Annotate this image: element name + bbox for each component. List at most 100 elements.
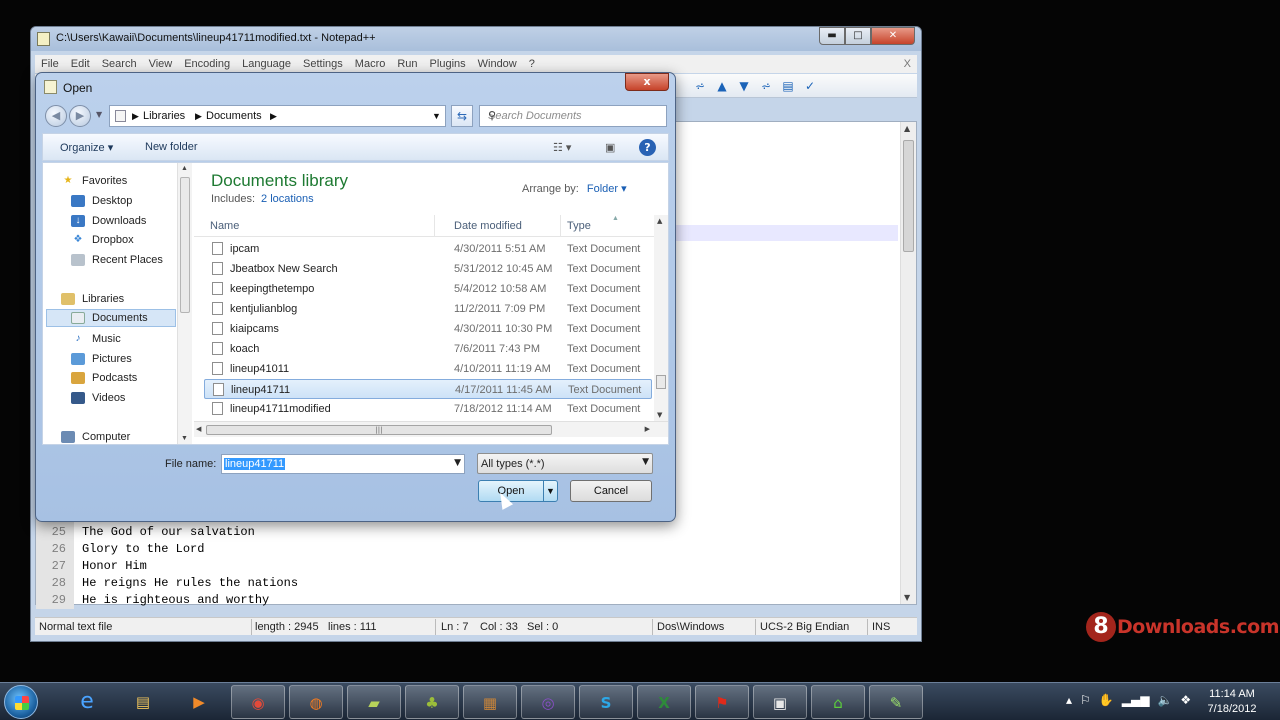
menu-settings[interactable]: Settings [297, 58, 349, 70]
scroll-up-icon[interactable]: ▲ [181, 165, 188, 172]
notepad-plus-plus-icon[interactable]: ✎ [869, 685, 923, 719]
menu-window[interactable]: Window [472, 58, 523, 70]
file-row[interactable]: kentjulianblog 11/2/2011 7:09 PM Text Docu… [204, 299, 652, 319]
menu-macro[interactable]: Macro [349, 58, 392, 70]
column-date-modified[interactable]: Date modified [454, 220, 522, 232]
dialog-close-button[interactable]: x [625, 73, 669, 91]
volume-icon[interactable]: 🔈 [1157, 693, 1172, 707]
search-input[interactable]: Search Documents ⚲ [479, 105, 667, 127]
scroll-thumb[interactable] [180, 177, 190, 313]
file-row[interactable]: koach 7/6/2011 7:43 PM Text Document [204, 339, 652, 359]
menu-file[interactable]: File [35, 58, 65, 70]
clock[interactable]: 11:14 AM 7/18/2012 [1200, 687, 1264, 717]
address-dropdown-icon[interactable]: ▼ [432, 111, 441, 121]
action-center-flag-icon[interactable]: ⚐ [1080, 693, 1091, 707]
nav-item-podcasts[interactable]: Podcasts [71, 369, 137, 387]
back-arrow-icon[interactable]: ◀ [45, 105, 67, 127]
refresh-icon[interactable]: ⇆ [451, 105, 473, 127]
open-button[interactable]: Open ▼ [478, 480, 558, 502]
record-macro-icon[interactable]: ⩫ [691, 78, 709, 94]
network-signal-icon[interactable]: ▂▄▆ [1122, 693, 1150, 707]
notes-icon[interactable]: ▰ [347, 685, 401, 719]
arrange-dropdown[interactable]: Folder ▾ [587, 183, 627, 195]
file-list-horizontal-scrollbar[interactable]: ◀ ||| ▶ [194, 421, 668, 437]
forward-arrow-icon[interactable]: ▶ [69, 105, 91, 127]
scroll-right-icon[interactable]: ▶ [645, 425, 650, 433]
home-icon[interactable]: ⌂ [811, 685, 865, 719]
nav-item-downloads[interactable]: ↓ Downloads [71, 212, 146, 230]
file-row[interactable]: lineup41711modified 7/18/2012 11:14 AM Tex… [204, 399, 652, 419]
close-document-icon[interactable]: X [898, 58, 917, 70]
scroll-up-icon[interactable]: ▲ [904, 124, 910, 133]
tray-app-icon[interactable]: ✋ [1099, 693, 1114, 707]
scroll-down-icon[interactable]: ▼ [904, 593, 910, 602]
file-row-selected[interactable]: lineup41711 4/17/2011 11:45 AM Text Docume… [204, 379, 652, 399]
change-view-icon[interactable]: ☷ ▾ [553, 141, 571, 154]
scroll-thumb[interactable]: ||| [206, 425, 552, 435]
close-button[interactable]: ✕ [871, 27, 915, 45]
launcher-icon[interactable]: ♣ [405, 685, 459, 719]
window-icon[interactable]: ▣ [753, 685, 807, 719]
scroll-thumb[interactable] [656, 375, 666, 389]
chrome-icon[interactable]: ◉ [231, 685, 285, 719]
menu-search[interactable]: Search [96, 58, 143, 70]
column-name[interactable]: Name [210, 220, 239, 232]
menu-plugins[interactable]: Plugins [424, 58, 472, 70]
preview-pane-icon[interactable]: ▣ [605, 141, 615, 154]
media-player-icon[interactable]: ▶ [172, 685, 226, 719]
nav-scrollbar[interactable]: ▲ ▼ [177, 163, 192, 444]
nav-item-dropbox[interactable]: ❖ Dropbox [71, 231, 134, 249]
menu-language[interactable]: Language [236, 58, 297, 70]
scroll-up-icon[interactable]: ▲ [657, 217, 662, 225]
nav-item-favorites[interactable]: ★ Favorites [61, 172, 128, 190]
explorer-icon[interactable]: ▤ [116, 685, 170, 719]
breadcrumb-documents[interactable]: Documents [206, 110, 262, 122]
help-icon[interactable]: ? [639, 139, 656, 156]
firefox-icon[interactable]: ◍ [289, 685, 343, 719]
file-row[interactable]: Jbeatbox New Search 5/31/2012 10:45 AM Tex… [204, 259, 652, 279]
file-name-field[interactable]: lineup41711 ▼ [221, 454, 465, 474]
recent-locations-chevron-icon[interactable]: ▼ [96, 110, 102, 119]
app-icon[interactable]: ◎ [521, 685, 575, 719]
column-type[interactable]: Type [567, 220, 591, 232]
scroll-down-icon[interactable]: ▼ [657, 411, 662, 419]
show-hidden-icons-icon[interactable]: ▴ [1066, 693, 1072, 707]
scroll-thumb[interactable] [903, 140, 914, 252]
stop-macro-icon[interactable]: ▲ [713, 78, 731, 94]
skype-icon[interactable]: S [579, 685, 633, 719]
cancel-button[interactable]: Cancel [570, 480, 652, 502]
new-folder-button[interactable]: New folder [145, 141, 198, 153]
nav-item-recent-places[interactable]: Recent Places [71, 251, 163, 269]
nav-item-libraries[interactable]: Libraries [61, 290, 124, 308]
excel-icon[interactable]: X [637, 685, 691, 719]
open-split-dropdown-icon[interactable]: ▼ [543, 481, 557, 501]
breadcrumb-libraries[interactable]: Libraries [143, 110, 185, 122]
file-row[interactable]: keepingthetempo 5/4/2012 10:58 AM Text Doc… [204, 279, 652, 299]
npp-title-bar[interactable]: C:\Users\Kawaii\Documents\lineup41711mod… [31, 27, 921, 51]
internet-explorer-icon[interactable]: e [60, 685, 114, 719]
spell-check-icon[interactable]: ✓ [801, 78, 819, 94]
file-row[interactable]: ipcam 4/30/2011 5:51 AM Text Document [204, 239, 652, 259]
save-macro-icon[interactable]: ▤ [779, 78, 797, 94]
scroll-left-icon[interactable]: ◀ [196, 425, 201, 433]
nav-item-music[interactable]: ♪ Music [71, 330, 121, 348]
menu-run[interactable]: Run [391, 58, 423, 70]
nav-item-videos[interactable]: Videos [71, 389, 125, 407]
playback-multiple-icon[interactable]: ⩫ [757, 78, 775, 94]
nav-item-documents[interactable]: Documents [46, 309, 176, 327]
chevron-down-icon[interactable]: ▼ [454, 458, 461, 468]
minimize-button[interactable]: ▬ [819, 27, 845, 45]
menu-help[interactable]: ? [523, 58, 541, 70]
nav-item-desktop[interactable]: Desktop [71, 192, 132, 210]
file-list-vertical-scrollbar[interactable]: ▲ ▼ [654, 215, 668, 421]
locations-link[interactable]: 2 locations [261, 193, 314, 205]
menu-encoding[interactable]: Encoding [178, 58, 236, 70]
address-bar[interactable]: ▶ Libraries ▶ Documents ▶ ▼ [109, 105, 446, 127]
file-row[interactable]: kiaipcams 4/30/2011 10:30 PM Text Document [204, 319, 652, 339]
editor-vertical-scrollbar[interactable]: ▲ ▼ [900, 122, 916, 604]
winrar-icon[interactable]: ▦ [463, 685, 517, 719]
file-type-select[interactable]: All types (*.*) ▼ [477, 453, 653, 474]
maximize-button[interactable]: □ [845, 27, 871, 45]
file-row[interactable]: lineup41011 4/10/2011 11:19 AM Text Docume… [204, 359, 652, 379]
organize-button[interactable]: Organize ▾ [60, 141, 113, 154]
